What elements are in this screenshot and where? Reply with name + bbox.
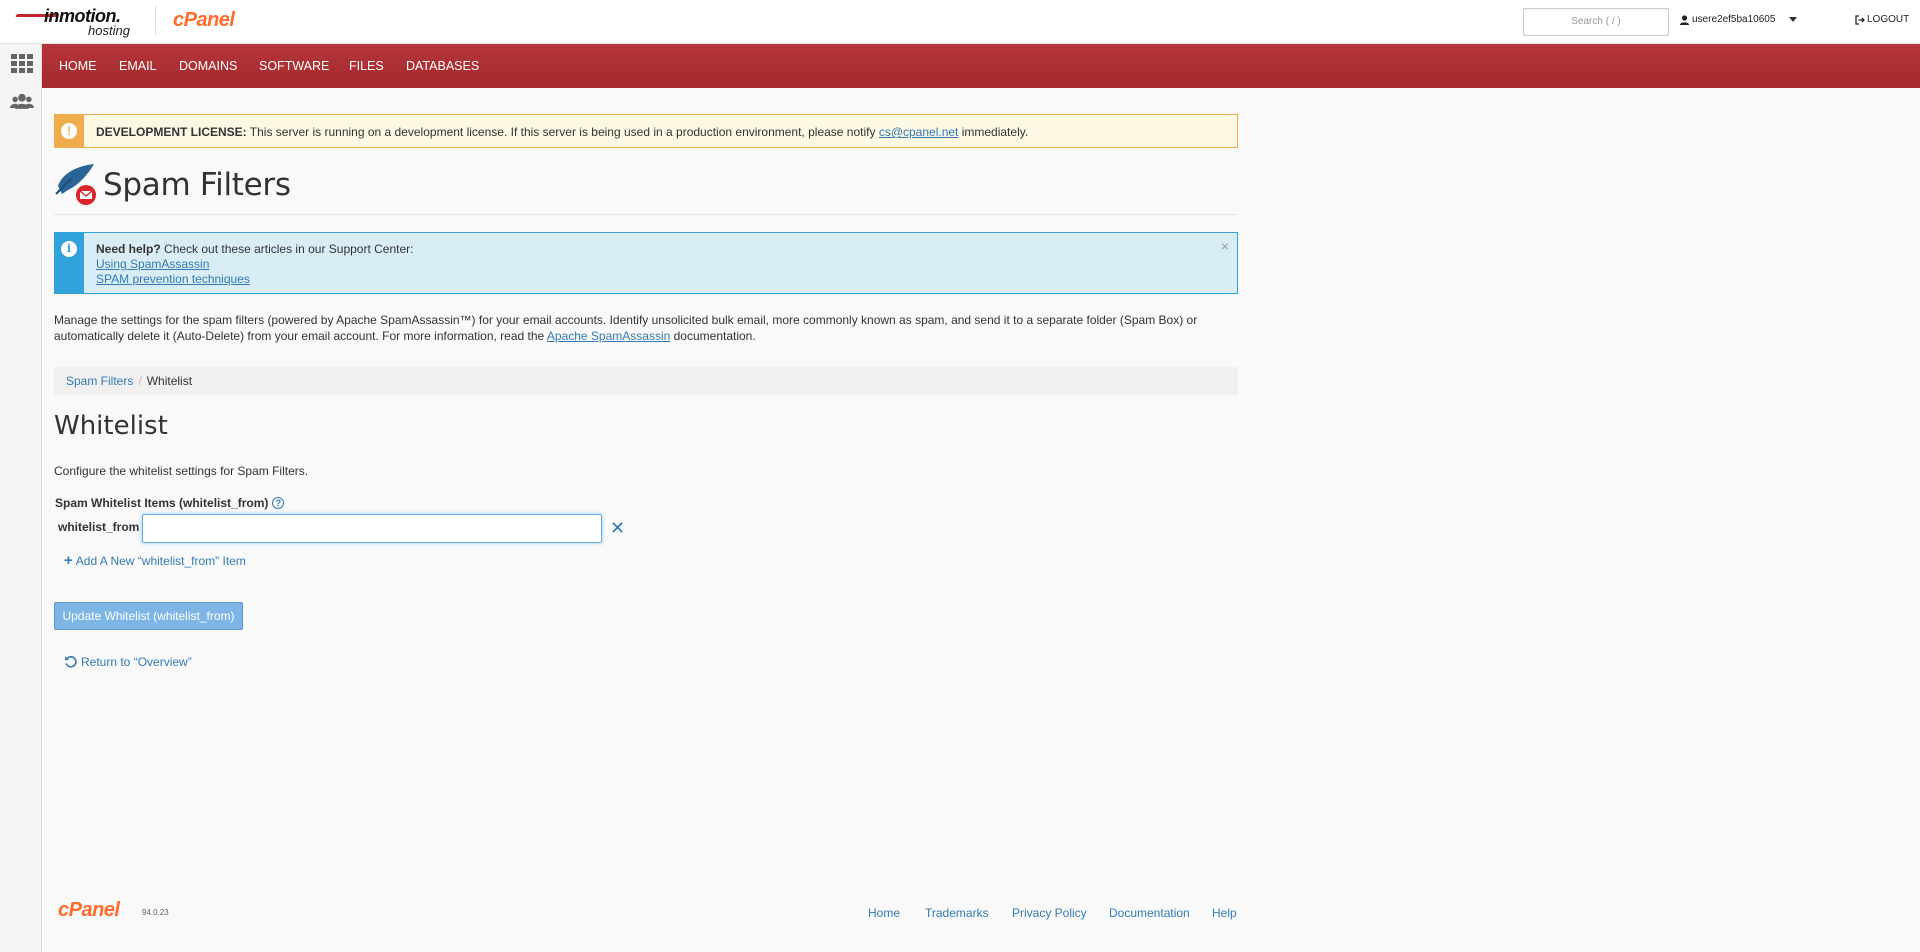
nav-email[interactable]: EMAIL (119, 44, 157, 88)
brand-divider (155, 6, 156, 36)
breadcrumb-separator: / (138, 374, 142, 388)
nav-domains[interactable]: DOMAINS (179, 44, 237, 88)
whitelist-row-label: whitelist_from (58, 520, 140, 534)
logout-icon (1855, 14, 1865, 25)
development-license-alert: ! DEVELOPMENT LICENSE: This server is ru… (54, 114, 1238, 148)
footer-cpanel-logo[interactable]: cPanel (58, 899, 120, 922)
alert-message: DEVELOPMENT LICENSE: This server is runn… (96, 125, 1028, 139)
nav-databases[interactable]: DATABASES (406, 44, 479, 88)
whitelist-from-input[interactable] (142, 514, 602, 543)
help-text: Check out these articles in our Support … (160, 242, 414, 256)
user-icon (1680, 14, 1689, 25)
page-description: Manage the settings for the spam filters… (54, 312, 1244, 344)
description-part2: documentation. (670, 329, 756, 343)
support-email-link[interactable]: cs@cpanel.net (879, 125, 959, 139)
update-whitelist-button[interactable]: Update Whitelist (whitelist_from) (54, 602, 243, 630)
whitelist-field-label: Spam Whitelist Items (whitelist_from) ? (55, 496, 285, 510)
logout-label: LOGOUT (1867, 14, 1910, 25)
help-info-alert: i Need help? Check out these articles in… (54, 232, 1238, 294)
footer-link-privacy-policy[interactable]: Privacy Policy (1012, 906, 1087, 920)
add-whitelist-item-link[interactable]: + Add A New “whitelist_from” Item (64, 552, 246, 569)
inmotion-hosting-logo[interactable]: inmotion. hosting (14, 4, 144, 40)
alert-text-after: immediately. (958, 125, 1029, 139)
logout-link[interactable]: LOGOUT (1855, 14, 1909, 25)
help-message: Need help? Check out these articles in o… (96, 242, 413, 256)
main-navigation: HOME EMAIL DOMAINS SOFTWARE FILES DATABA… (42, 44, 1920, 88)
return-label: Return to “Overview” (81, 655, 192, 669)
exclamation-icon: ! (61, 123, 77, 139)
breadcrumb-spam-filters[interactable]: Spam Filters (66, 374, 133, 388)
whitelist-heading: Whitelist (54, 411, 168, 441)
user-menu[interactable]: usere2ef5ba10605 (1680, 14, 1798, 25)
undo-icon (65, 656, 77, 668)
side-rail (0, 44, 42, 952)
alert-strong: DEVELOPMENT LICENSE: (96, 125, 247, 139)
close-icon[interactable]: × (1221, 238, 1229, 254)
using-spamassassin-link[interactable]: Using SpamAssassin (96, 257, 209, 271)
cpanel-logo[interactable]: cPanel (173, 9, 235, 32)
whitelist-description: Configure the whitelist settings for Spa… (54, 464, 309, 478)
search-input[interactable]: Search ( / ) (1523, 8, 1669, 36)
apache-spamassassin-link[interactable]: Apache SpamAssassin (547, 329, 670, 343)
help-icon[interactable]: ? (272, 497, 285, 509)
footer-link-documentation[interactable]: Documentation (1109, 906, 1190, 920)
footer-version: 94.0.23 (142, 908, 169, 917)
return-overview-link[interactable]: Return to “Overview” (64, 655, 192, 669)
page-title: Spam Filters (103, 167, 291, 203)
caret-down-icon (1789, 17, 1798, 22)
field-label-text: Spam Whitelist Items (whitelist_from) (55, 496, 269, 510)
footer-link-trademarks[interactable]: Trademarks (925, 906, 989, 920)
breadcrumb: Spam Filters / Whitelist (54, 367, 1238, 395)
plus-icon: + (64, 552, 73, 569)
alert-text: This server is running on a development … (246, 125, 879, 139)
add-item-label: Add A New “whitelist_from” Item (75, 554, 246, 568)
nav-home[interactable]: HOME (59, 44, 97, 88)
spam-prevention-link[interactable]: SPAM prevention techniques (96, 272, 250, 286)
breadcrumb-current: Whitelist (146, 374, 193, 388)
nav-software[interactable]: SOFTWARE (259, 44, 329, 88)
remove-item-icon[interactable]: ✕ (610, 519, 626, 537)
footer-link-home[interactable]: Home (868, 906, 900, 920)
brand-line2: hosting (88, 23, 130, 38)
username: usere2ef5ba10605 (1692, 14, 1776, 25)
spam-filters-icon (55, 164, 96, 205)
grid-apps-icon[interactable] (10, 51, 34, 75)
info-icon: i (61, 241, 77, 257)
top-header: inmotion. hosting cPanel Search ( / ) us… (0, 0, 1920, 44)
users-icon[interactable] (10, 90, 34, 114)
title-divider (54, 214, 1238, 215)
help-strong: Need help? (96, 242, 161, 256)
nav-files[interactable]: FILES (349, 44, 384, 88)
footer-link-help[interactable]: Help (1212, 906, 1237, 920)
